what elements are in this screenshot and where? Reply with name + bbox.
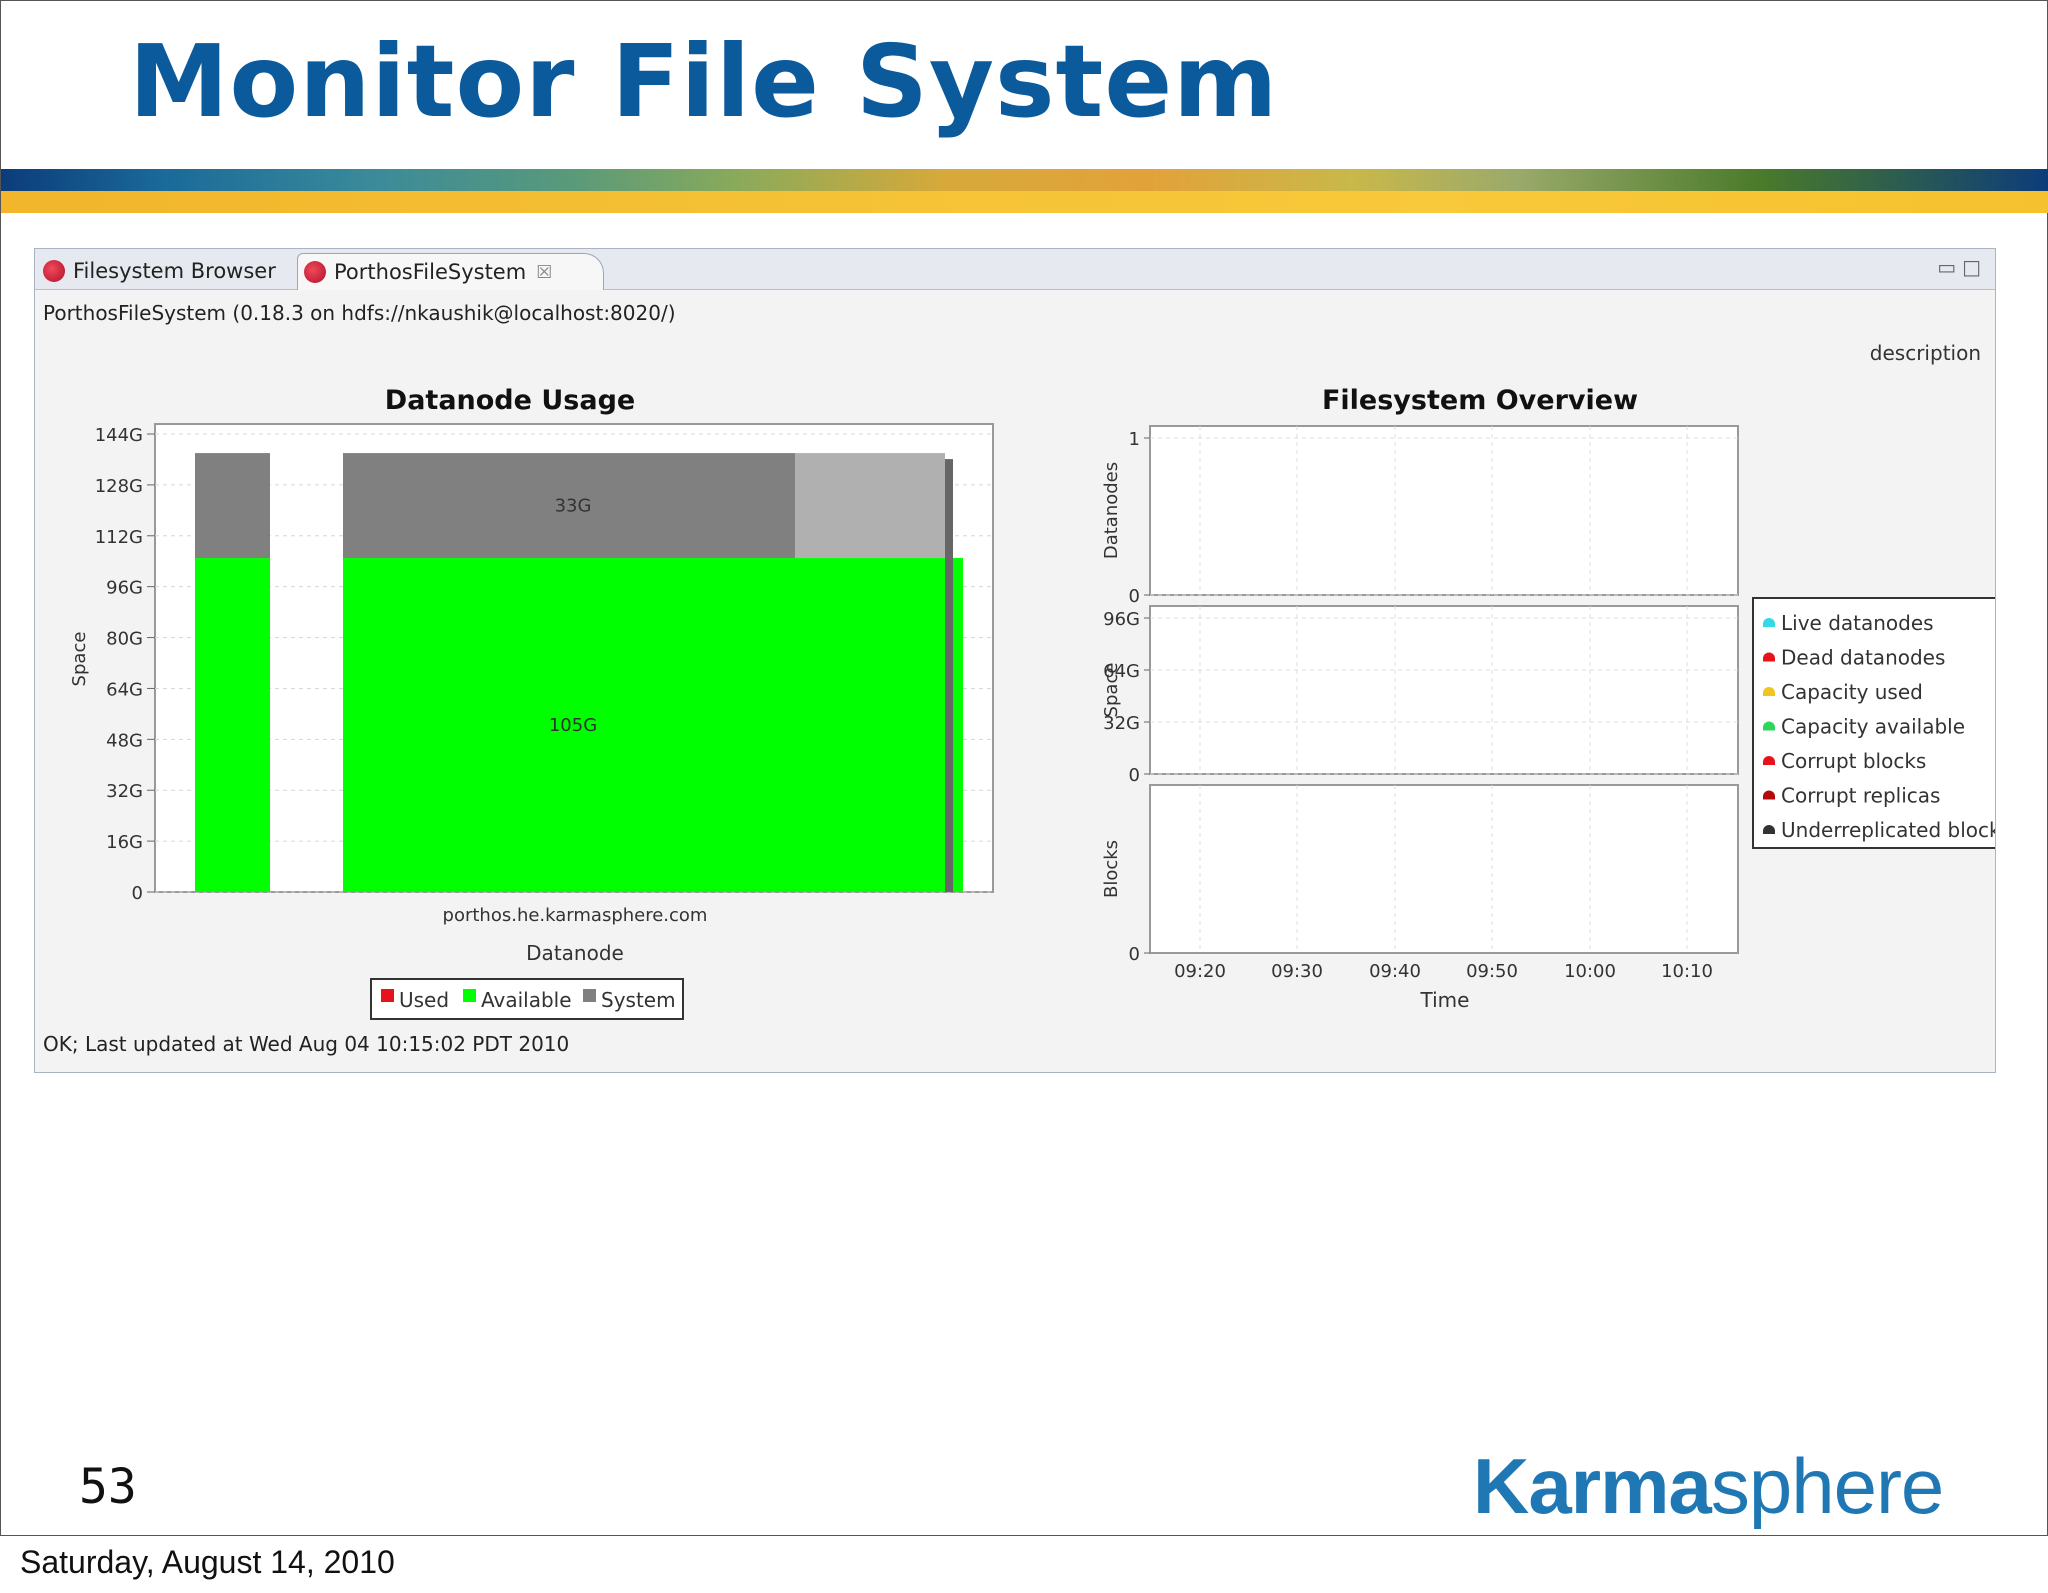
plot-area — [1149, 784, 1739, 954]
x-axis-label: Datanode — [526, 941, 624, 965]
filesystem-icon — [43, 260, 65, 282]
header-band-gradient — [1, 169, 2048, 191]
plot-area — [1149, 425, 1739, 596]
legend-label: Used — [399, 988, 449, 1012]
overview-panels: 01Datanodes032G64G96GSpace0Blocks — [1101, 425, 1739, 965]
tab-label: Filesystem Browser — [73, 259, 276, 283]
legend-label: Corrupt blocks — [1781, 749, 1926, 773]
legend-label: Live datanodes — [1781, 611, 1934, 635]
overview-panel: 032G64G96GSpace — [1101, 605, 1739, 786]
legend-label: Corrupt replicas — [1781, 784, 1940, 808]
page-number: 53 — [79, 1459, 137, 1515]
bar-shadow — [945, 459, 953, 892]
tab-bar: Filesystem Browser PorthosFileSystem ☒ ▭… — [35, 249, 1995, 290]
maximize-icon[interactable]: □ — [1962, 255, 1987, 279]
bar-available — [343, 558, 963, 892]
overview-panel: 0 1 Datanodes — [1101, 425, 1739, 607]
filesystem-view-panel: Filesystem Browser PorthosFileSystem ☒ ▭… — [34, 248, 1996, 1073]
y-axis-label: Datanodes — [1101, 462, 1122, 559]
y-axis-label: Space — [69, 632, 90, 687]
x-tick-label: 09:30 — [1271, 961, 1323, 982]
legend: Live datanodes Dead datanodes Capacity use… — [1752, 597, 1995, 849]
y-tick-label: 96G — [1103, 609, 1140, 630]
chart-title: Filesystem Overview — [1322, 385, 1638, 416]
legend-label: Capacity used — [1781, 680, 1923, 704]
header-band-gold — [1, 191, 2048, 213]
filesystem-icon — [304, 261, 326, 283]
tab-porthos-filesystem[interactable]: PorthosFileSystem ☒ — [297, 253, 604, 290]
x-tick-label: 09:50 — [1466, 961, 1518, 982]
window-controls: ▭□ — [1937, 255, 1987, 279]
y-tick-label: 48G — [106, 730, 143, 751]
legend-label: System — [601, 988, 676, 1012]
y-axis-label: Space — [1101, 663, 1122, 718]
legend-label: Underreplicated blocks — [1781, 818, 1995, 842]
data-label-system: 33G — [555, 496, 592, 517]
y-tick-label: 1 — [1129, 429, 1140, 450]
y-tick-label: 0 — [132, 883, 143, 904]
chart-title: Datanode Usage — [385, 385, 635, 416]
y-axis-ticks: 0 16G 32G 48G 64G 80G 96G 112G 128G 144G — [95, 425, 155, 904]
x-axis-ticks: 09:20 09:30 09:40 09:50 10:00 10:10 — [1174, 961, 1713, 982]
overview-panel: 0 Blocks — [1101, 784, 1739, 965]
legend-swatch — [463, 989, 476, 1002]
y-tick-label: 80G — [106, 629, 143, 650]
y-tick-label: 64G — [106, 679, 143, 700]
tab-filesystem-browser[interactable]: Filesystem Browser — [37, 253, 292, 289]
y-tick-label: 0 — [1129, 944, 1140, 965]
y-tick-label: 112G — [95, 527, 143, 548]
datanode-usage-chart: Datanode Usage 0 16G 32G 48G 64G 80G 96G 112G 12… — [69, 385, 994, 1020]
bar-system-shade — [795, 453, 945, 559]
y-tick-label: 0 — [1129, 765, 1140, 786]
minimize-icon[interactable]: ▭ — [1937, 255, 1962, 279]
y-tick-label: 16G — [106, 832, 143, 853]
x-tick-label: 09:40 — [1369, 961, 1421, 982]
legend-label: Dead datanodes — [1781, 646, 1945, 670]
y-axis-label: Blocks — [1101, 840, 1122, 898]
close-icon[interactable]: ☒ — [536, 262, 552, 283]
filesystem-path: PorthosFileSystem (0.18.3 on hdfs://nkau… — [43, 301, 676, 325]
y-tick-label: 32G — [106, 781, 143, 802]
legend-swatch — [583, 989, 596, 1002]
x-tick-label: 09:20 — [1174, 961, 1226, 982]
slide-title: Monitor File System — [129, 23, 1279, 140]
x-axis-label: Time — [1420, 988, 1470, 1012]
x-category-label: porthos.he.karmasphere.com — [443, 905, 708, 926]
y-tick-label: 144G — [95, 425, 143, 446]
slide: Monitor File System Filesystem Browser P… — [0, 0, 2048, 1536]
plot-area — [1149, 605, 1739, 775]
tab-label: PorthosFileSystem — [334, 260, 527, 284]
y-tick-label: 96G — [106, 578, 143, 599]
legend-label: Available — [481, 988, 572, 1012]
y-tick-label: 128G — [95, 476, 143, 497]
bar-available — [195, 558, 270, 892]
data-label-available: 105G — [549, 715, 597, 736]
y-tick-label: 0 — [1129, 586, 1140, 607]
x-tick-label: 10:00 — [1564, 961, 1616, 982]
bar-system — [195, 453, 270, 559]
filesystem-overview-chart: Filesystem Overview 01Datanodes032G64G96… — [1101, 385, 1995, 1012]
karmasphere-logo: Karmasphere — [1473, 1442, 1944, 1530]
footer-date: Saturday, August 14, 2010 — [20, 1544, 395, 1580]
legend-label: Capacity available — [1781, 715, 1965, 739]
legend-swatch — [381, 989, 394, 1002]
x-tick-label: 10:10 — [1661, 961, 1713, 982]
status-line: OK; Last updated at Wed Aug 04 10:15:02 … — [43, 1032, 570, 1056]
legend: Used Available System — [370, 978, 684, 1020]
